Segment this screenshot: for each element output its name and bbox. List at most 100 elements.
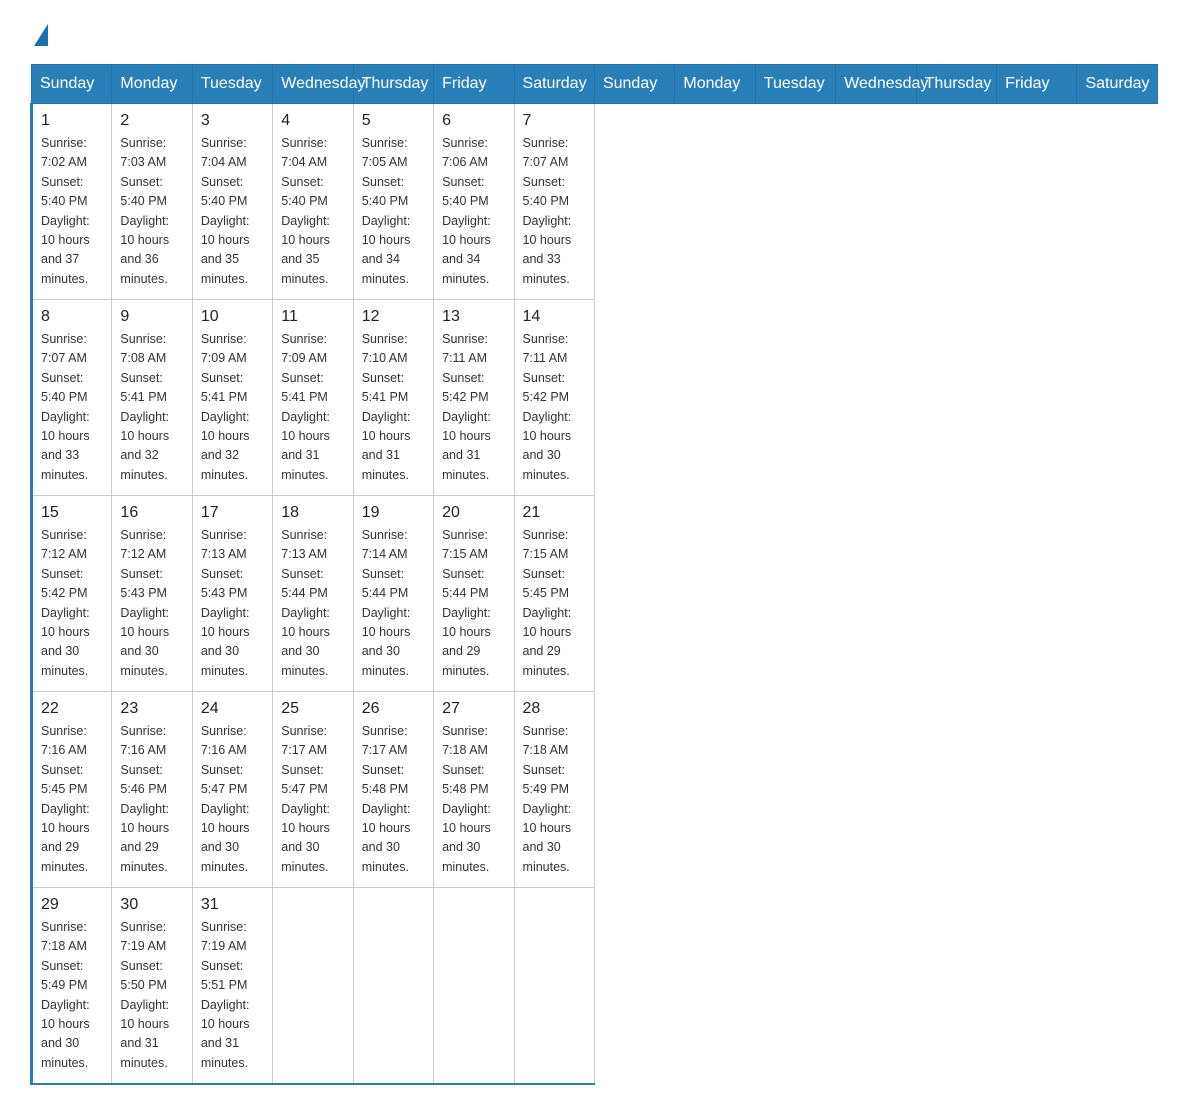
- day-number: 29: [41, 896, 103, 914]
- day-number: 7: [523, 112, 586, 130]
- header-sunday: Sunday: [32, 65, 112, 104]
- day-info: Sunrise: 7:18 AMSunset: 5:49 PMDaylight:…: [41, 918, 103, 1073]
- header-thursday: Thursday: [916, 65, 996, 104]
- week-row-1: 1 Sunrise: 7:02 AMSunset: 5:40 PMDayligh…: [32, 104, 1158, 300]
- logo-triangle-icon: [34, 24, 48, 46]
- header-monday: Monday: [112, 65, 192, 104]
- day-number: 27: [442, 700, 505, 718]
- day-number: 14: [523, 308, 586, 326]
- day-number: 1: [41, 112, 103, 130]
- day-number: 6: [442, 112, 505, 130]
- day-cell: 24 Sunrise: 7:16 AMSunset: 5:47 PMDaylig…: [192, 692, 272, 888]
- day-cell: 14 Sunrise: 7:11 AMSunset: 5:42 PMDaylig…: [514, 300, 594, 496]
- day-number: 26: [362, 700, 425, 718]
- day-number: 11: [281, 308, 344, 326]
- day-cell: 21 Sunrise: 7:15 AMSunset: 5:45 PMDaylig…: [514, 496, 594, 692]
- day-info: Sunrise: 7:11 AMSunset: 5:42 PMDaylight:…: [442, 330, 505, 485]
- day-info: Sunrise: 7:15 AMSunset: 5:44 PMDaylight:…: [442, 526, 505, 681]
- header-thursday: Thursday: [353, 65, 433, 104]
- day-info: Sunrise: 7:07 AMSunset: 5:40 PMDaylight:…: [41, 330, 103, 485]
- header-tuesday: Tuesday: [755, 65, 835, 104]
- day-cell: 6 Sunrise: 7:06 AMSunset: 5:40 PMDayligh…: [434, 104, 514, 300]
- day-cell: 29 Sunrise: 7:18 AMSunset: 5:49 PMDaylig…: [32, 888, 112, 1085]
- day-info: Sunrise: 7:18 AMSunset: 5:48 PMDaylight:…: [442, 722, 505, 877]
- day-cell: 28 Sunrise: 7:18 AMSunset: 5:49 PMDaylig…: [514, 692, 594, 888]
- header-friday: Friday: [434, 65, 514, 104]
- day-number: 30: [120, 896, 183, 914]
- day-cell: 27 Sunrise: 7:18 AMSunset: 5:48 PMDaylig…: [434, 692, 514, 888]
- day-cell: 7 Sunrise: 7:07 AMSunset: 5:40 PMDayligh…: [514, 104, 594, 300]
- day-cell: 8 Sunrise: 7:07 AMSunset: 5:40 PMDayligh…: [32, 300, 112, 496]
- day-info: Sunrise: 7:14 AMSunset: 5:44 PMDaylight:…: [362, 526, 425, 681]
- day-number: 8: [41, 308, 103, 326]
- header-tuesday: Tuesday: [192, 65, 272, 104]
- day-cell: 18 Sunrise: 7:13 AMSunset: 5:44 PMDaylig…: [273, 496, 353, 692]
- day-cell: 5 Sunrise: 7:05 AMSunset: 5:40 PMDayligh…: [353, 104, 433, 300]
- day-number: 21: [523, 504, 586, 522]
- day-number: 12: [362, 308, 425, 326]
- day-cell: 26 Sunrise: 7:17 AMSunset: 5:48 PMDaylig…: [353, 692, 433, 888]
- day-info: Sunrise: 7:19 AMSunset: 5:50 PMDaylight:…: [120, 918, 183, 1073]
- day-info: Sunrise: 7:13 AMSunset: 5:44 PMDaylight:…: [281, 526, 344, 681]
- day-cell: 17 Sunrise: 7:13 AMSunset: 5:43 PMDaylig…: [192, 496, 272, 692]
- day-info: Sunrise: 7:07 AMSunset: 5:40 PMDaylight:…: [523, 134, 586, 289]
- day-info: Sunrise: 7:06 AMSunset: 5:40 PMDaylight:…: [442, 134, 505, 289]
- day-number: 15: [41, 504, 103, 522]
- day-number: 4: [281, 112, 344, 130]
- header-wednesday: Wednesday: [273, 65, 353, 104]
- day-cell: 25 Sunrise: 7:17 AMSunset: 5:47 PMDaylig…: [273, 692, 353, 888]
- day-number: 18: [281, 504, 344, 522]
- day-cell: [353, 888, 433, 1085]
- logo: [30, 20, 48, 46]
- day-info: Sunrise: 7:04 AMSunset: 5:40 PMDaylight:…: [281, 134, 344, 289]
- day-info: Sunrise: 7:12 AMSunset: 5:42 PMDaylight:…: [41, 526, 103, 681]
- day-info: Sunrise: 7:05 AMSunset: 5:40 PMDaylight:…: [362, 134, 425, 289]
- day-info: Sunrise: 7:13 AMSunset: 5:43 PMDaylight:…: [201, 526, 264, 681]
- day-number: 9: [120, 308, 183, 326]
- calendar-header-row: SundayMondayTuesdayWednesdayThursdayFrid…: [32, 65, 1158, 104]
- day-number: 16: [120, 504, 183, 522]
- day-cell: 3 Sunrise: 7:04 AMSunset: 5:40 PMDayligh…: [192, 104, 272, 300]
- day-info: Sunrise: 7:17 AMSunset: 5:48 PMDaylight:…: [362, 722, 425, 877]
- day-cell: 16 Sunrise: 7:12 AMSunset: 5:43 PMDaylig…: [112, 496, 192, 692]
- day-number: 23: [120, 700, 183, 718]
- day-number: 19: [362, 504, 425, 522]
- day-cell: 11 Sunrise: 7:09 AMSunset: 5:41 PMDaylig…: [273, 300, 353, 496]
- header-wednesday: Wednesday: [836, 65, 916, 104]
- day-cell: 30 Sunrise: 7:19 AMSunset: 5:50 PMDaylig…: [112, 888, 192, 1085]
- header-friday: Friday: [997, 65, 1077, 104]
- day-cell: 4 Sunrise: 7:04 AMSunset: 5:40 PMDayligh…: [273, 104, 353, 300]
- day-cell: [273, 888, 353, 1085]
- day-cell: 23 Sunrise: 7:16 AMSunset: 5:46 PMDaylig…: [112, 692, 192, 888]
- day-number: 17: [201, 504, 264, 522]
- day-info: Sunrise: 7:03 AMSunset: 5:40 PMDaylight:…: [120, 134, 183, 289]
- day-cell: 1 Sunrise: 7:02 AMSunset: 5:40 PMDayligh…: [32, 104, 112, 300]
- week-row-3: 15 Sunrise: 7:12 AMSunset: 5:42 PMDaylig…: [32, 496, 1158, 692]
- day-number: 2: [120, 112, 183, 130]
- day-info: Sunrise: 7:18 AMSunset: 5:49 PMDaylight:…: [523, 722, 586, 877]
- day-cell: 15 Sunrise: 7:12 AMSunset: 5:42 PMDaylig…: [32, 496, 112, 692]
- day-cell: 2 Sunrise: 7:03 AMSunset: 5:40 PMDayligh…: [112, 104, 192, 300]
- day-info: Sunrise: 7:09 AMSunset: 5:41 PMDaylight:…: [281, 330, 344, 485]
- week-row-4: 22 Sunrise: 7:16 AMSunset: 5:45 PMDaylig…: [32, 692, 1158, 888]
- header-monday: Monday: [675, 65, 755, 104]
- day-info: Sunrise: 7:16 AMSunset: 5:46 PMDaylight:…: [120, 722, 183, 877]
- week-row-5: 29 Sunrise: 7:18 AMSunset: 5:49 PMDaylig…: [32, 888, 1158, 1085]
- day-cell: [514, 888, 594, 1085]
- day-number: 22: [41, 700, 103, 718]
- day-number: 13: [442, 308, 505, 326]
- day-cell: 12 Sunrise: 7:10 AMSunset: 5:41 PMDaylig…: [353, 300, 433, 496]
- header-saturday: Saturday: [514, 65, 594, 104]
- day-info: Sunrise: 7:11 AMSunset: 5:42 PMDaylight:…: [523, 330, 586, 485]
- header-saturday: Saturday: [1077, 65, 1158, 104]
- day-number: 20: [442, 504, 505, 522]
- day-cell: 22 Sunrise: 7:16 AMSunset: 5:45 PMDaylig…: [32, 692, 112, 888]
- day-info: Sunrise: 7:16 AMSunset: 5:45 PMDaylight:…: [41, 722, 103, 877]
- day-cell: [434, 888, 514, 1085]
- day-number: 31: [201, 896, 264, 914]
- day-cell: 31 Sunrise: 7:19 AMSunset: 5:51 PMDaylig…: [192, 888, 272, 1085]
- week-row-2: 8 Sunrise: 7:07 AMSunset: 5:40 PMDayligh…: [32, 300, 1158, 496]
- day-info: Sunrise: 7:16 AMSunset: 5:47 PMDaylight:…: [201, 722, 264, 877]
- day-info: Sunrise: 7:04 AMSunset: 5:40 PMDaylight:…: [201, 134, 264, 289]
- header-sunday: Sunday: [594, 65, 674, 104]
